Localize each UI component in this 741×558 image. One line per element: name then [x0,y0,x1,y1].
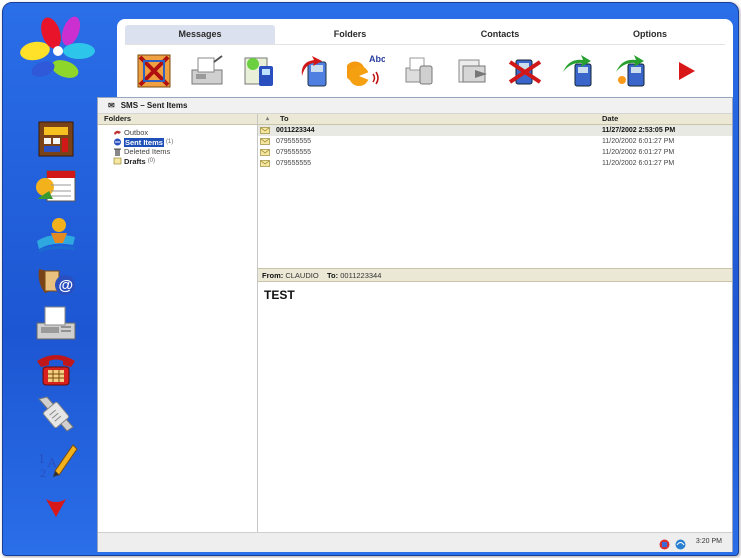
phone-icon[interactable] [33,347,79,393]
status-bar: 3:20 PM [98,532,732,552]
sort-indicator-icon[interactable]: ▴ [266,114,269,124]
app-window: Messages Folders Contacts Options Abc @ … [2,2,739,556]
tab-folders[interactable]: Folders [275,25,425,45]
folder-drafts[interactable]: Drafts (0) [113,157,257,167]
folder-drafts-count: (0) [147,157,156,164]
sms-message-icon [260,149,270,156]
calculator-icon[interactable] [33,116,79,162]
svg-text:@: @ [59,277,74,294]
spell-check-icon[interactable]: Abc [345,52,386,90]
receive-icon[interactable] [612,52,650,90]
preview-body: TEST [264,288,295,302]
tab-bar: Messages Folders Contacts Options [125,25,725,45]
message-list-header: ▴ To Date [258,114,732,125]
message-list: ▴ To Date 0011223344 11/27/2002 2:53:05 … [258,114,732,268]
drafts-icon [113,157,122,165]
fax-icon[interactable] [33,301,79,347]
main-content: ✉ SMS – Sent Items Folders Outbox Sent It… [97,97,733,552]
handset-icon[interactable] [33,391,79,437]
svg-text:2: 2 [40,466,46,480]
folder-outbox[interactable]: Outbox [113,128,257,138]
folders-header: Folders [98,114,257,125]
row-recipient: 079555555 [276,138,312,145]
folder-list: Outbox Sent Items (1) Deleted Items Draf… [98,125,257,166]
table-row[interactable]: 0011223344 11/27/2002 2:53:05 PM [258,125,732,136]
sent-items-icon [114,138,121,146]
close-box-icon[interactable] [135,52,173,90]
trash-icon [114,148,121,156]
row-recipient: 0011223344 [276,127,315,134]
folder-sent-items-label: Sent Items [124,137,164,147]
preview-from-value: CLAUDIO [285,271,319,280]
forward-icon[interactable] [453,52,491,90]
email-icon[interactable]: @ [33,257,79,303]
toolbar-icons: Abc [135,51,725,91]
preview-to-label: To: [327,271,339,280]
folder-sent-items-count: (1) [165,138,174,145]
breadcrumb-text: SMS – Sent Items [120,101,188,110]
outbox-icon [114,130,121,135]
row-date: 11/20/2002 6:01:27 PM [602,149,675,156]
table-row[interactable]: 079555555 11/20/2002 6:01:27 PM [258,158,732,169]
preview-header: From: CLAUDIO To: 0011223344 [258,268,732,282]
toolbar-panel: Messages Folders Contacts Options Abc [117,19,733,97]
spell-check-label: Abc [369,54,385,64]
folder-deleted-items-label: Deleted Items [124,147,171,156]
folder-sent-items[interactable]: Sent Items (1) [113,137,257,147]
notes-icon[interactable]: 1A2 [33,437,79,483]
row-date: 11/20/2002 6:01:27 PM [602,160,675,167]
calendar-icon[interactable] [33,163,79,209]
sms-message-icon [260,160,270,167]
next-arrow-icon[interactable] [667,52,695,90]
preview-from-label: From: [262,271,284,280]
preview-to-value: 0011223344 [340,271,382,280]
row-recipient: 079555555 [276,149,312,156]
new-sms-icon[interactable] [241,52,279,90]
more-arrow-icon[interactable] [33,485,79,517]
table-row[interactable]: 079555555 11/20/2002 6:01:27 PM [258,136,732,147]
pilot-icon[interactable] [33,211,79,257]
tray-flag-icon[interactable] [659,537,670,550]
row-date: 11/27/2002 2:53:05 PM [602,127,676,134]
reply-icon[interactable] [294,52,332,90]
app-logo [13,11,99,85]
column-to[interactable]: To [280,114,289,124]
tray-network-icon[interactable] [675,537,686,550]
fax-machine-icon[interactable] [188,52,226,90]
folders-pane: Folders Outbox Sent Items (1) Deleted It… [98,114,258,534]
table-row[interactable]: 079555555 11/20/2002 6:01:27 PM [258,147,732,158]
folder-drafts-label: Drafts [124,156,146,166]
svg-text:1: 1 [38,452,45,467]
print-icon[interactable] [400,52,438,90]
phone-small-icon: ✉ [108,101,115,110]
sms-message-icon [260,127,270,134]
tray-icons [654,537,686,550]
folder-deleted-items[interactable]: Deleted Items [113,147,257,157]
row-recipient: 079555555 [276,160,312,167]
tab-options[interactable]: Options [575,25,725,45]
status-clock: 3:20 PM [695,538,722,545]
delete-icon[interactable] [506,52,544,90]
breadcrumb: ✉ SMS – Sent Items [98,98,732,114]
row-date: 11/20/2002 6:01:27 PM [602,138,675,145]
tab-contacts[interactable]: Contacts [425,25,575,45]
column-date[interactable]: Date [602,114,618,124]
folder-outbox-label: Outbox [124,128,149,137]
send-icon[interactable] [559,52,597,90]
sms-message-icon [260,138,270,145]
tab-messages[interactable]: Messages [125,25,275,45]
